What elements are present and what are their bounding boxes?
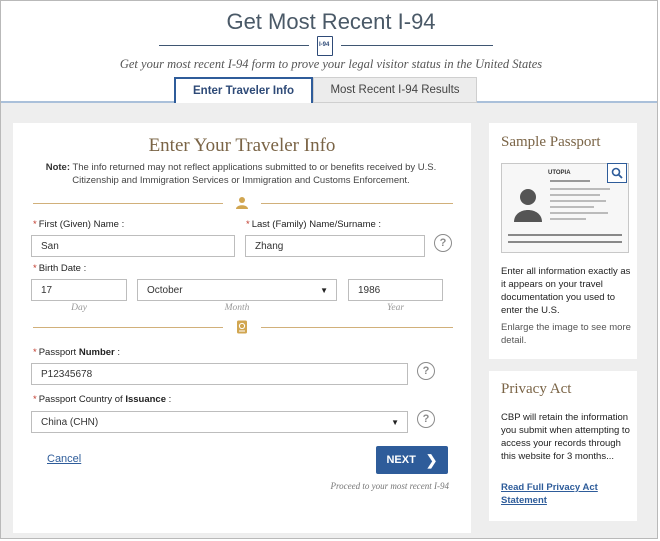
- note-text: The info returned may not reflect applic…: [72, 162, 437, 186]
- page-frame: Get Most Recent I-94 I-94 Get your most …: [0, 0, 658, 539]
- form-title: Enter Your Traveler Info: [148, 135, 336, 156]
- sample-passport-title: Sample Passport: [501, 134, 601, 150]
- privacy-act-link[interactable]: Read Full Privacy Act Statement: [501, 481, 631, 507]
- proceed-hint: Proceed to your most recent I-94: [330, 481, 449, 491]
- form-note: Note: The info returned may not reflect …: [41, 161, 441, 187]
- birth-month-value: October: [147, 284, 183, 296]
- passport-icon: [235, 320, 249, 334]
- next-button[interactable]: NEXT ❯: [376, 446, 448, 474]
- sample-passport-text: Enter all information exactly as it appe…: [501, 266, 631, 316]
- tab-enter-traveler-info[interactable]: Enter Traveler Info: [174, 77, 313, 103]
- page-subtitle: Get your most recent I-94 form to prove …: [119, 57, 543, 71]
- magnify-icon[interactable]: [607, 163, 627, 183]
- title-divider-left: [159, 45, 309, 46]
- cancel-link[interactable]: Cancel: [47, 453, 81, 465]
- section-divider-right-2: [261, 327, 453, 328]
- help-icon[interactable]: ?: [434, 234, 452, 252]
- passport-country-label: * Passport Country of Issuance :: [33, 394, 172, 405]
- section-divider-left-2: [33, 327, 223, 328]
- chevron-down-icon: ▼: [391, 418, 399, 427]
- help-icon[interactable]: ?: [417, 410, 435, 428]
- chevron-down-icon: ▼: [320, 286, 328, 295]
- person-icon: [235, 196, 249, 210]
- birth-date-label: * Birth Date :: [33, 263, 87, 274]
- passport-country-value: China (CHN): [41, 416, 99, 428]
- document-icon: I-94: [317, 36, 333, 56]
- year-caption: Year: [386, 303, 405, 313]
- passport-number-label: * Passport Number :: [33, 347, 121, 358]
- first-name-input[interactable]: San: [31, 235, 235, 257]
- month-caption: Month: [224, 303, 250, 313]
- first-name-label: * First (Given) Name :: [33, 219, 125, 230]
- help-icon[interactable]: ?: [417, 362, 435, 380]
- birth-month-select[interactable]: October ▼: [137, 279, 337, 301]
- privacy-act-text: CBP will retain the information you subm…: [501, 412, 630, 462]
- privacy-act-title: Privacy Act: [501, 381, 572, 397]
- passport-country-text: UTOPIA: [548, 170, 571, 176]
- chevron-right-icon: ❯: [425, 451, 438, 468]
- birth-day-input[interactable]: 17: [31, 279, 127, 301]
- last-name-label: * Last (Family) Name/Surname :: [246, 219, 382, 230]
- section-divider-right: [261, 203, 453, 204]
- day-caption: Day: [71, 303, 87, 313]
- passport-country-select[interactable]: China (CHN) ▼: [31, 411, 408, 433]
- next-button-label: NEXT: [386, 454, 416, 466]
- section-divider-left: [33, 203, 223, 204]
- last-name-input[interactable]: Zhang: [245, 235, 425, 257]
- page-title: Get Most Recent I-94: [226, 9, 436, 34]
- birth-year-input[interactable]: 1986: [348, 279, 443, 301]
- passport-number-input[interactable]: P12345678: [31, 363, 408, 385]
- note-label: Note:: [45, 162, 70, 173]
- title-divider-right: [341, 45, 493, 46]
- enlarge-hint: Enlarge the image to see more detail.: [501, 322, 631, 346]
- tab-most-recent-results[interactable]: Most Recent I-94 Results: [313, 77, 477, 103]
